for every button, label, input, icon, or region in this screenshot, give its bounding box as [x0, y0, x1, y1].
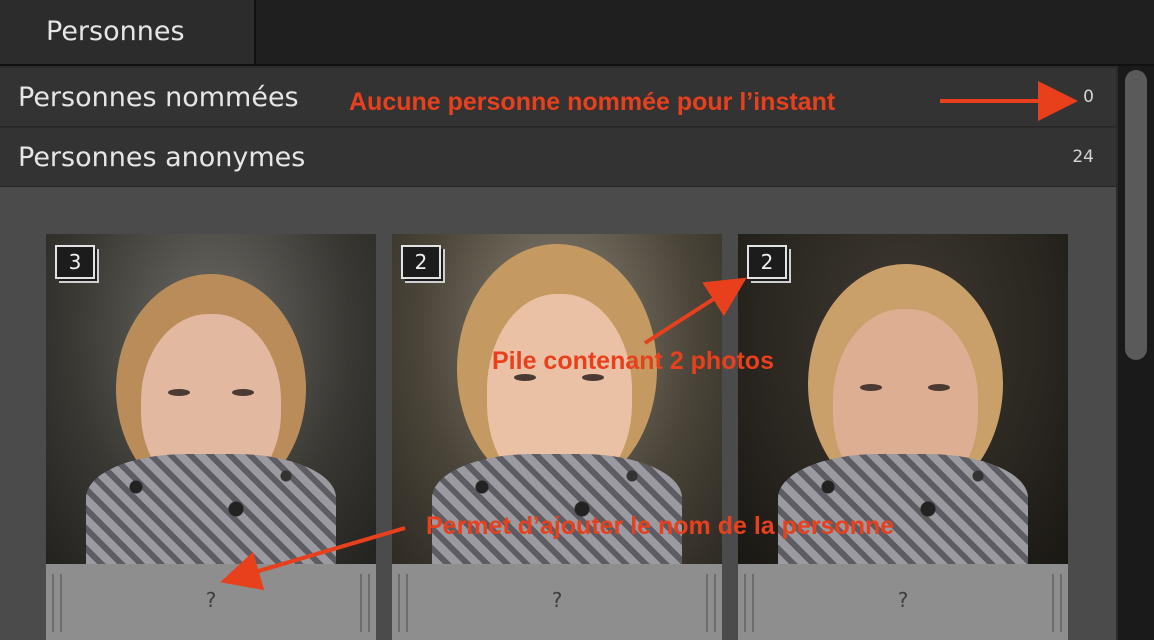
- annotation-stack: Pile contenant 2 photos: [492, 347, 774, 375]
- vertical-scrollbar[interactable]: [1118, 66, 1154, 640]
- stack-count-badge[interactable]: 2: [747, 245, 787, 279]
- name-placeholder: ?: [205, 588, 217, 612]
- section-anonymous-count: 24: [1072, 147, 1094, 167]
- stack-count-badge[interactable]: 3: [55, 245, 95, 279]
- section-named-count: 0: [1083, 87, 1094, 107]
- section-named-label: Personnes nommées: [18, 82, 299, 113]
- face-card[interactable]: 2 ?: [738, 234, 1068, 640]
- scrollbar-thumb[interactable]: [1125, 70, 1147, 360]
- section-anonymous-label: Personnes anonymes: [18, 142, 306, 173]
- face-card[interactable]: 2 ?: [392, 234, 722, 640]
- annotation-add-name: Permet d’ajouter le nom de la personne: [426, 512, 895, 540]
- section-anonymous-people[interactable]: Personnes anonymes 24: [0, 128, 1116, 187]
- name-field[interactable]: ?: [392, 564, 722, 640]
- annotation-no-named: Aucune personne nommée pour l’instant: [349, 88, 836, 116]
- name-placeholder: ?: [897, 588, 909, 612]
- scarf-graphic: [432, 454, 682, 564]
- stack-count-badge[interactable]: 2: [401, 245, 441, 279]
- name-placeholder: ?: [551, 588, 563, 612]
- scarf-graphic: [86, 454, 336, 564]
- face-card[interactable]: 3 ?: [46, 234, 376, 640]
- name-field[interactable]: ?: [46, 564, 376, 640]
- tab-personnes[interactable]: Personnes: [0, 0, 256, 64]
- face-grid: 3 ? 2 ? 2 ?: [0, 187, 1116, 640]
- scarf-graphic: [778, 454, 1028, 564]
- top-tab-bar: Personnes: [0, 0, 1154, 66]
- name-field[interactable]: ?: [738, 564, 1068, 640]
- face-thumbnail[interactable]: [46, 234, 376, 564]
